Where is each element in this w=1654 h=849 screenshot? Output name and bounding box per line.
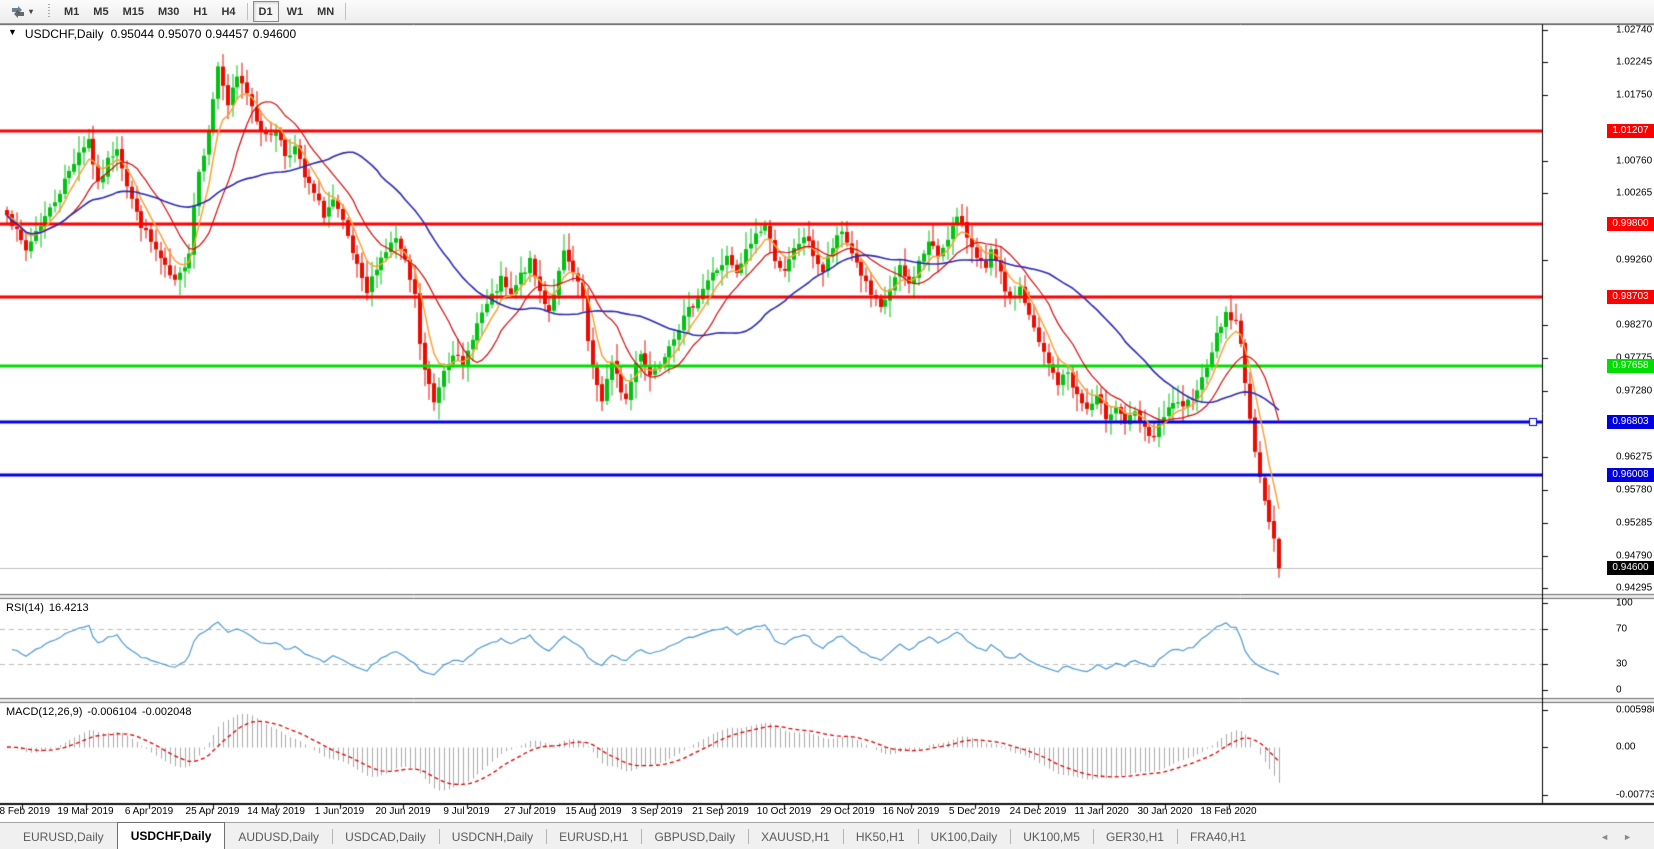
price-tick-label: 0.95285 [1616, 517, 1652, 528]
date-label: 6 Apr 2019 [125, 806, 173, 817]
macd-name: MACD(12,26,9) [6, 706, 82, 718]
tab-eurusd-h1[interactable]: EURUSD,H1 [546, 823, 641, 849]
date-label: 29 Oct 2019 [820, 806, 874, 817]
rsi-tick-label: 70 [1616, 624, 1627, 635]
macd-tick-label: -0.007737 [1616, 789, 1654, 800]
mt4-window: ▾ M1M5M15M30H1H4 D1W1MN ▼ USDCHF,Daily 0.… [0, 0, 1654, 849]
rsi-name: RSI(14) [6, 602, 44, 614]
date-label: 19 Mar 2019 [57, 806, 113, 817]
date-label: 9 Jul 2019 [443, 806, 489, 817]
date-label: 15 Aug 2019 [565, 806, 621, 817]
price-tick-label: 0.94295 [1616, 583, 1652, 594]
date-label: 18 Feb 2020 [1200, 806, 1256, 817]
tab-fra40-h1[interactable]: FRA40,H1 [1177, 823, 1259, 849]
timeframe-button-h4[interactable]: H4 [215, 1, 241, 22]
tab-usdchf-daily[interactable]: USDCHF,Daily [117, 822, 226, 849]
timeframe-button-h1[interactable]: H1 [187, 1, 213, 22]
timeframe-button-m1[interactable]: M1 [58, 1, 85, 22]
toolbar-grip [48, 4, 52, 19]
price-tick-label: 0.95780 [1616, 485, 1652, 496]
rsi-label: RSI(14) 16.4213 [6, 602, 89, 614]
arrange-charts-icon [10, 5, 26, 19]
timeframe-button-m5[interactable]: M5 [87, 1, 114, 22]
tab-scroll-left-button[interactable]: ◄ [1600, 832, 1609, 842]
date-label: 14 May 2019 [247, 806, 305, 817]
macd-value: -0.006104 [87, 706, 137, 718]
price-line-label[interactable]: 0.99800 [1607, 217, 1654, 231]
date-label: 11 Jan 2020 [1074, 806, 1128, 817]
price-tick-label: 1.00760 [1616, 155, 1652, 166]
date-label: 21 Sep 2019 [692, 806, 749, 817]
date-label: 1 Jun 2019 [315, 806, 365, 817]
tab-xauusd-h1[interactable]: XAUUSD,H1 [748, 823, 843, 849]
chevron-down-icon: ▾ [29, 7, 33, 16]
rsi-tick-label: 30 [1616, 658, 1627, 669]
tab-gbpusd-daily[interactable]: GBPUSD,Daily [641, 823, 748, 849]
timeframe-button-w1[interactable]: W1 [281, 1, 310, 22]
price-tick-label: 1.02245 [1616, 57, 1652, 68]
timeframe-button-m30[interactable]: M30 [152, 1, 185, 22]
rsi-tick-label: 100 [1616, 598, 1633, 609]
date-label: 5 Dec 2019 [949, 806, 1000, 817]
chart-title: ▼ USDCHF,Daily 0.95044 0.95070 0.94457 0… [8, 27, 296, 41]
macd-signal-value: -0.002048 [142, 706, 192, 718]
macd-tick-label: 0.005986 [1616, 705, 1654, 716]
price-tick-label: 0.99260 [1616, 254, 1652, 265]
price-tick-label: 0.94790 [1616, 550, 1652, 561]
date-label: 3 Sep 2019 [631, 806, 682, 817]
timeframe-button-m15[interactable]: M15 [117, 1, 150, 22]
price-tick-label: 0.96275 [1616, 452, 1652, 463]
chart-symbol-label: USDCHF,Daily [25, 27, 104, 41]
tab-usdcnh-daily[interactable]: USDCNH,Daily [439, 823, 546, 849]
price-line-label[interactable]: 0.96008 [1607, 468, 1654, 482]
rsi-value: 16.4213 [49, 602, 89, 614]
tab-scroll-right-button[interactable]: ► [1623, 832, 1632, 842]
tab-hk50-h1[interactable]: HK50,H1 [843, 823, 918, 849]
symbol-tab-bar: EURUSD,DailyUSDCHF,DailyAUDUSD,DailyUSDC… [0, 822, 1654, 849]
price-tick-label: 1.02740 [1616, 24, 1652, 35]
tab-uk100-m5[interactable]: UK100,M5 [1010, 823, 1093, 849]
date-label: 10 Oct 2019 [757, 806, 811, 817]
bid-price-label: 0.94600 [1607, 561, 1654, 575]
date-label: 24 Dec 2019 [1010, 806, 1067, 817]
price-tick-label: 1.01750 [1616, 90, 1652, 101]
ohlc-high: 0.95070 [158, 27, 201, 41]
price-line-label[interactable]: 0.98703 [1607, 290, 1654, 304]
date-label: 30 Jan 2020 [1137, 806, 1192, 817]
date-label: 25 Apr 2019 [186, 806, 240, 817]
chart-canvas[interactable] [0, 0, 1654, 849]
date-label: 28 Feb 2019 [0, 806, 50, 817]
price-tick-label: 1.00265 [1616, 188, 1652, 199]
tab-uk100-daily[interactable]: UK100,Daily [918, 823, 1011, 849]
ohlc-close: 0.94600 [253, 27, 296, 41]
chart-context-arrow-icon[interactable]: ▼ [8, 27, 17, 41]
tab-eurusd-daily[interactable]: EURUSD,Daily [10, 823, 117, 849]
date-label: 20 Jun 2019 [375, 806, 430, 817]
price-tick-label: 0.97280 [1616, 385, 1652, 396]
toolbar-separator [345, 3, 346, 20]
price-line-label[interactable]: 0.96803 [1607, 415, 1654, 429]
ohlc-low: 0.94457 [205, 27, 248, 41]
toolbar: ▾ M1M5M15M30H1H4 D1W1MN [0, 0, 1654, 24]
timeframe-button-mn[interactable]: MN [311, 1, 340, 22]
price-line-label[interactable]: 1.01207 [1607, 124, 1654, 138]
macd-label: MACD(12,26,9) -0.006104 -0.002048 [6, 706, 192, 718]
ohlc-open: 0.95044 [111, 27, 154, 41]
tab-audusd-daily[interactable]: AUDUSD,Daily [225, 823, 332, 849]
price-tick-label: 0.98270 [1616, 320, 1652, 331]
date-label: 16 Nov 2019 [883, 806, 940, 817]
rsi-tick-label: 0 [1616, 685, 1622, 696]
tab-usdcad-daily[interactable]: USDCAD,Daily [332, 823, 439, 849]
macd-tick-label: 0.00 [1616, 742, 1635, 753]
timeframe-button-d1[interactable]: D1 [253, 1, 279, 22]
toolbar-separator [247, 3, 248, 20]
price-line-label[interactable]: 0.97658 [1607, 359, 1654, 373]
arrange-charts-button[interactable]: ▾ [4, 1, 39, 22]
date-label: 27 Jul 2019 [504, 806, 556, 817]
tab-ger30-h1[interactable]: GER30,H1 [1093, 823, 1177, 849]
